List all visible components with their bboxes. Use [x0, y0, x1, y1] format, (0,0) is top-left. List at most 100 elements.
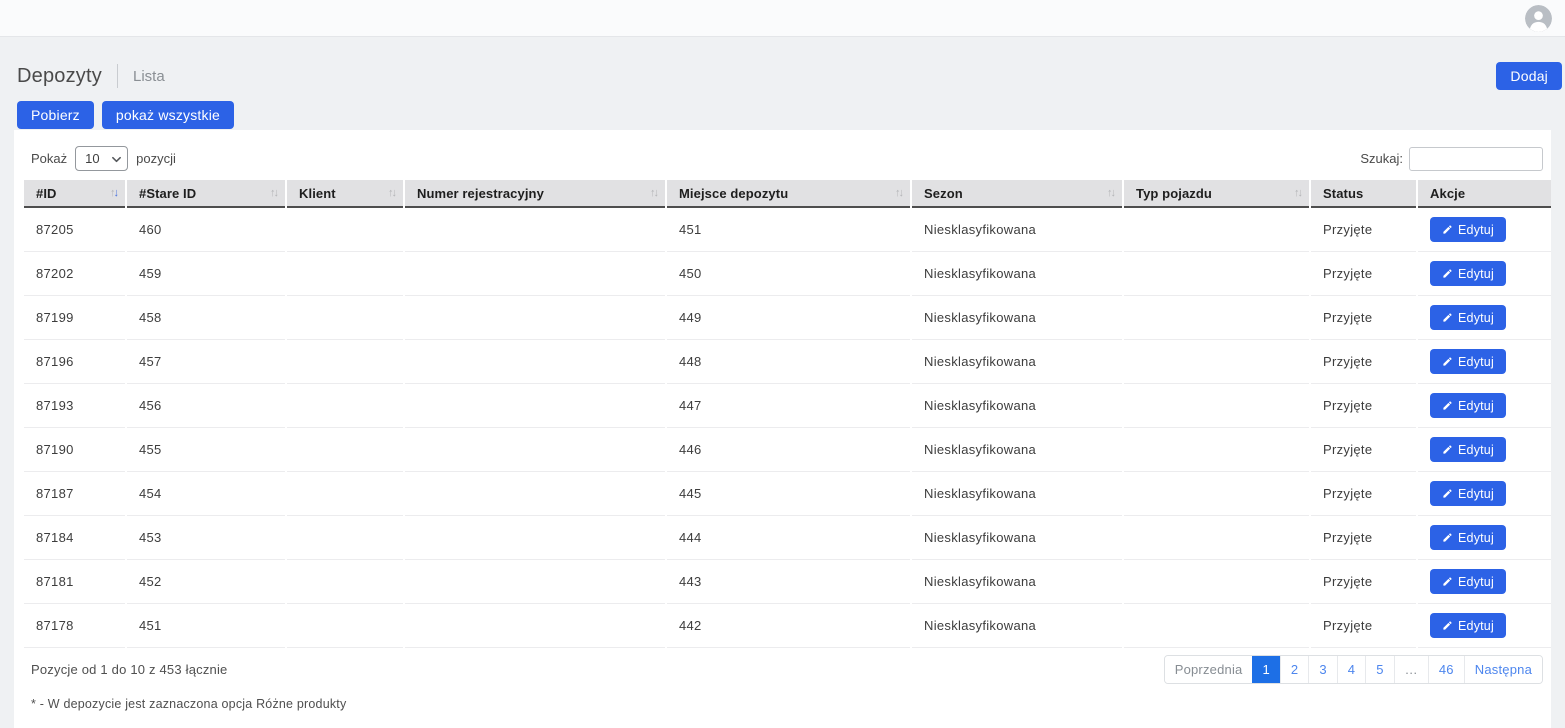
cell-vehicle-type: [1124, 340, 1309, 384]
pagination-next[interactable]: Następna: [1464, 656, 1542, 683]
column-header[interactable]: Sezon ↑↓: [912, 180, 1122, 208]
edit-button[interactable]: Edytuj: [1430, 393, 1506, 418]
table-row: 87190 455 446 Niesklasyfikowana Przyjęte…: [24, 428, 1551, 472]
cell-old-id: 459: [127, 252, 285, 296]
cell-id: 87196: [24, 340, 125, 384]
cell-vehicle-type: [1124, 604, 1309, 648]
edit-button[interactable]: Edytuj: [1430, 217, 1506, 242]
pencil-icon: [1442, 620, 1453, 631]
edit-button-label: Edytuj: [1458, 267, 1494, 281]
cell-actions: Edytuj: [1418, 384, 1551, 428]
pagination-ellipsis: …: [1394, 656, 1428, 683]
cell-deposit-place: 448: [667, 340, 910, 384]
column-header-label: Akcje: [1430, 186, 1465, 201]
page-size-select[interactable]: 10: [75, 146, 128, 171]
cell-old-id: 451: [127, 604, 285, 648]
pagination-page-4[interactable]: 4: [1337, 656, 1365, 683]
column-header[interactable]: #Stare ID ↑↓: [127, 180, 285, 208]
cell-client: [287, 516, 403, 560]
cell-season: Niesklasyfikowana: [912, 340, 1122, 384]
edit-button[interactable]: Edytuj: [1430, 613, 1506, 638]
edit-button[interactable]: Edytuj: [1430, 525, 1506, 550]
edit-button[interactable]: Edytuj: [1430, 305, 1506, 330]
column-header[interactable]: Typ pojazdu ↑↓: [1124, 180, 1309, 208]
cell-id: 87205: [24, 208, 125, 252]
cell-registration: [405, 340, 665, 384]
cell-deposit-place: 442: [667, 604, 910, 648]
cell-status: Przyjęte: [1311, 604, 1416, 648]
column-header[interactable]: #ID ↑↓: [24, 180, 125, 208]
edit-button-label: Edytuj: [1458, 443, 1494, 457]
cell-client: [287, 208, 403, 252]
table-row: 87181 452 443 Niesklasyfikowana Przyjęte…: [24, 560, 1551, 604]
page-header: Depozyty Lista Dodaj: [0, 62, 1565, 90]
edit-button-label: Edytuj: [1458, 399, 1494, 413]
column-header[interactable]: Miejsce depozytu ↑↓: [667, 180, 910, 208]
cell-registration: [405, 472, 665, 516]
edit-button[interactable]: Edytuj: [1430, 569, 1506, 594]
cell-deposit-place: 444: [667, 516, 910, 560]
pagination-page-3[interactable]: 3: [1308, 656, 1336, 683]
table-row: 87184 453 444 Niesklasyfikowana Przyjęte…: [24, 516, 1551, 560]
search-label: Szukaj:: [1360, 151, 1403, 166]
cell-vehicle-type: [1124, 472, 1309, 516]
cell-status: Przyjęte: [1311, 472, 1416, 516]
breadcrumb: Lista: [133, 68, 165, 85]
cell-season: Niesklasyfikowana: [912, 604, 1122, 648]
user-avatar-icon[interactable]: [1525, 5, 1552, 32]
edit-button[interactable]: Edytuj: [1430, 481, 1506, 506]
cell-id: 87202: [24, 252, 125, 296]
cell-client: [287, 428, 403, 472]
pagination-page-2[interactable]: 2: [1280, 656, 1308, 683]
cell-status: Przyjęte: [1311, 208, 1416, 252]
pencil-icon: [1442, 400, 1453, 411]
download-button[interactable]: Pobierz: [17, 101, 94, 129]
cell-actions: Edytuj: [1418, 560, 1551, 604]
pencil-icon: [1442, 444, 1453, 455]
footnote: * - W depozycie jest zaznaczona opcja Ró…: [22, 697, 1543, 711]
edit-button[interactable]: Edytuj: [1430, 437, 1506, 462]
pagination-previous[interactable]: Poprzednia: [1165, 656, 1253, 683]
cell-status: Przyjęte: [1311, 384, 1416, 428]
cell-registration: [405, 208, 665, 252]
table-row: 87199 458 449 Niesklasyfikowana Przyjęte…: [24, 296, 1551, 340]
entries-label: pozycji: [136, 151, 176, 166]
cell-status: Przyjęte: [1311, 340, 1416, 384]
cell-client: [287, 252, 403, 296]
cell-vehicle-type: [1124, 516, 1309, 560]
cell-status: Przyjęte: [1311, 560, 1416, 604]
cell-id: 87181: [24, 560, 125, 604]
cell-season: Niesklasyfikowana: [912, 252, 1122, 296]
pencil-icon: [1442, 356, 1453, 367]
column-header[interactable]: Status: [1311, 180, 1416, 208]
cell-status: Przyjęte: [1311, 252, 1416, 296]
column-header-label: Sezon: [924, 186, 963, 201]
pagination-page-46[interactable]: 46: [1428, 656, 1464, 683]
page-title: Depozyty: [17, 65, 102, 88]
column-header[interactable]: Klient ↑↓: [287, 180, 403, 208]
results-info: Pozycje od 1 do 10 z 453 łącznie: [31, 662, 227, 677]
cell-vehicle-type: [1124, 252, 1309, 296]
cell-actions: Edytuj: [1418, 428, 1551, 472]
cell-id: 87199: [24, 296, 125, 340]
edit-button[interactable]: Edytuj: [1430, 261, 1506, 286]
page-length-control: Pokaż 10 pozycji: [31, 146, 176, 171]
column-header[interactable]: Numer rejestracyjny ↑↓: [405, 180, 665, 208]
pagination-page-5[interactable]: 5: [1365, 656, 1393, 683]
edit-button[interactable]: Edytuj: [1430, 349, 1506, 374]
edit-button-label: Edytuj: [1458, 531, 1494, 545]
cell-actions: Edytuj: [1418, 296, 1551, 340]
column-header[interactable]: Akcje ↑↓: [1418, 180, 1551, 208]
cell-id: 87190: [24, 428, 125, 472]
search-input[interactable]: [1409, 147, 1543, 171]
show-all-button[interactable]: pokaż wszystkie: [102, 101, 234, 129]
add-button[interactable]: Dodaj: [1496, 62, 1562, 90]
cell-old-id: 455: [127, 428, 285, 472]
cell-registration: [405, 252, 665, 296]
cell-old-id: 453: [127, 516, 285, 560]
pagination-page-1[interactable]: 1: [1252, 656, 1279, 683]
cell-season: Niesklasyfikowana: [912, 384, 1122, 428]
cell-id: 87178: [24, 604, 125, 648]
cell-deposit-place: 445: [667, 472, 910, 516]
sort-icon: ↑↓: [1290, 187, 1301, 199]
